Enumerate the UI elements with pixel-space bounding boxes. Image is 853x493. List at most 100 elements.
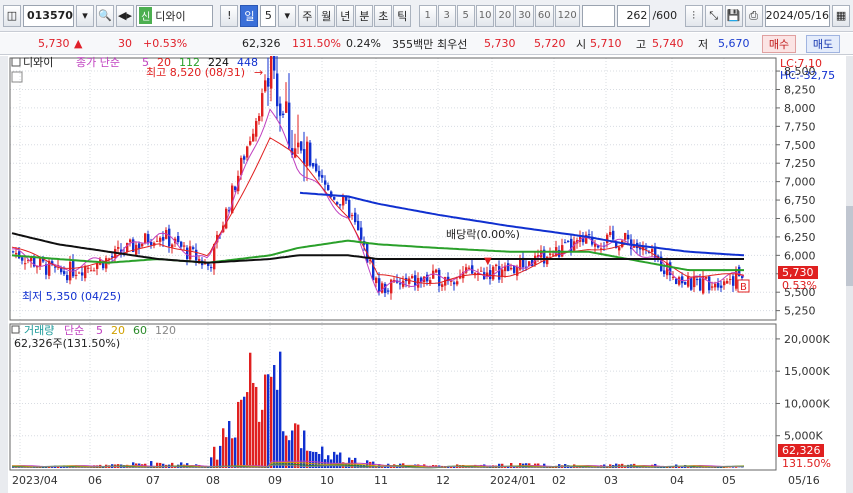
candle-body [189,246,192,260]
candle-body [468,267,471,269]
interval-input[interactable] [581,4,615,27]
candle-body [93,270,96,272]
candle-body [129,239,132,243]
date-input[interactable]: 2024/05/16 [764,4,831,27]
candle-body [399,283,402,285]
volume-ma-legend-20: 20 [111,324,125,337]
dividend-label: 배당락(0.00%) [446,228,520,241]
candle-body [117,247,120,249]
volume-tick-label: 10,000K [784,397,830,410]
price-tick-label: 6,750 [784,194,816,207]
period-button-0[interactable]: 주 [298,4,317,27]
save-icon[interactable]: 💾 [724,4,743,27]
volume-value: 62,326 [242,37,281,50]
candle-body [333,197,336,200]
period-button-3[interactable]: 분 [355,4,374,27]
candle-body [39,257,42,266]
candle-body [492,266,495,280]
x-tick-label: 07 [146,474,160,487]
volume-bar [324,459,327,468]
period-day-button[interactable]: 일 [240,4,259,27]
interval-button-30[interactable]: 30 [515,4,534,27]
x-tick-label: 02 [552,474,566,487]
candle-body [612,230,615,240]
trend-tool-icon[interactable]: ⤡ [704,4,723,27]
period-button-5[interactable]: 틱 [393,4,412,27]
ask-price: 5,730 [484,37,516,50]
x-tick-label: 12 [436,474,450,487]
period-button-4[interactable]: 초 [374,4,393,27]
interval-button-1[interactable]: 1 [418,4,437,27]
candle-body [552,254,555,256]
scrollbar-thumb[interactable] [846,206,853,286]
candle-body [294,148,297,158]
price-tick-label: 7,750 [784,120,816,133]
price-panel-title: 디와이 [23,56,53,69]
candle-body [663,270,666,275]
candle-body [234,186,237,191]
interval-button-120[interactable]: 120 [554,4,580,27]
volume-ma-legend-120: 120 [155,324,176,337]
candle-body [21,257,24,261]
x-tick-label: 2024/01 [490,474,536,487]
interval-button-20[interactable]: 20 [495,4,515,27]
candle-body [150,241,153,246]
candle-body [180,241,183,247]
interval-button-5[interactable]: 5 [456,4,475,27]
layout-icon[interactable]: ◫ [3,4,21,27]
candle-body [588,234,591,236]
candle-body [243,156,246,160]
candle-body [312,162,315,167]
candle-body [66,275,69,281]
candle-body [381,283,384,293]
code-dropdown-icon[interactable]: ▾ [75,4,94,27]
candle-body [387,290,390,292]
calendar-icon[interactable]: ▦ [832,4,851,27]
vertical-scrollbar[interactable] [846,56,853,493]
period-num-box[interactable]: 5 [260,4,277,27]
candle-body [84,266,87,279]
candle-body [348,199,351,218]
warning-button[interactable]: ! [220,4,239,27]
period-button-1[interactable]: 월 [317,4,336,27]
stock-name-box[interactable]: 신 디와이 [136,4,213,27]
candle-body [87,267,90,269]
interval-button-3[interactable]: 3 [437,4,456,27]
price-tick-label: 7,250 [784,157,816,170]
open-price: 5,710 [590,37,622,50]
candle-body [498,266,501,280]
candle-body [276,73,279,107]
current-volume-tag-value: 62,326 [782,444,821,457]
stock-code-input[interactable]: 013570 [23,4,74,27]
count-input[interactable]: 262 [616,4,651,27]
volume-icon[interactable]: ◀▸ [115,4,135,27]
b-marker: B [740,282,747,293]
candle-body [315,163,318,172]
period-dropdown-icon[interactable]: ▾ [278,4,297,27]
candle-body [564,242,567,244]
candle-body [249,141,252,145]
buy-button[interactable]: 매수 [762,35,796,53]
current-pct-tag: 0.53% [782,279,817,292]
candle-body [618,247,621,251]
x-tick-label: 05 [722,474,736,487]
search-icon[interactable]: 🔍 [95,4,114,27]
period-button-2[interactable]: 년 [336,4,355,27]
quote-bar: 5,730 ▲ 30 +0.53% 62,326 131.50% 0.24% 3… [0,33,853,55]
max-arrow-icon: → [254,66,263,79]
candle-body [267,77,270,87]
bid-price: 5,720 [534,37,566,50]
candle-body [510,267,513,270]
stock-chart[interactable]: 디와이 종가 단순 5 20 112 224 448 최고 8,520 (08/31) … [8,56,846,493]
volume-bar [330,459,333,468]
volume-bar [246,392,249,468]
print-icon[interactable]: ⎙ [744,4,763,27]
x-tick-label: 09 [268,474,282,487]
candle-type-icon[interactable]: ⫶ [684,4,703,27]
candle-body [645,248,648,250]
volume-ma-legend-5: 5 [96,324,103,337]
interval-button-10[interactable]: 10 [475,4,495,27]
interval-button-60[interactable]: 60 [534,4,554,27]
sell-button[interactable]: 매도 [806,35,840,53]
current-volume-pct-tag: 131.50% [782,457,831,470]
